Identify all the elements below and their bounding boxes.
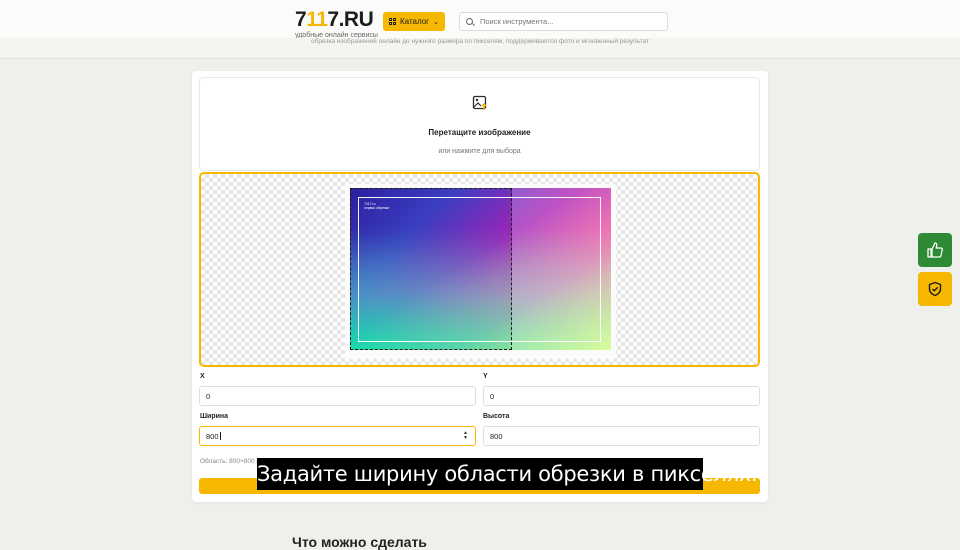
preview-image: 7117.ru сервис обрезки: [350, 188, 611, 350]
catalog-button[interactable]: Каталог ⌄: [383, 12, 445, 31]
image-upload-icon: [472, 95, 487, 110]
search-icon: [466, 18, 473, 25]
crop-preview: 7117.ru сервис обрезки: [199, 172, 760, 367]
y-label: Y: [483, 373, 488, 380]
crop-outside-overlay: [512, 188, 611, 350]
x-label: X: [200, 373, 205, 380]
height-input[interactable]: 800: [483, 426, 760, 446]
area-info: Область: 800×800 px: [200, 458, 264, 465]
y-input[interactable]: 0: [483, 386, 760, 406]
site-logo[interactable]: 7117.RU удобные онлайн сервисы: [295, 8, 378, 41]
logo-text: 7117.RU: [295, 8, 374, 31]
grid-icon: [389, 18, 397, 25]
like-button[interactable]: [918, 233, 952, 267]
upload-dropzone[interactable]: Перетащите изображение или нажмите для в…: [199, 77, 760, 171]
catalog-label: Каталог: [400, 17, 430, 26]
page-description: обрезка изображений онлайн до нужного ра…: [0, 38, 960, 48]
chevron-down-icon: ⌄: [433, 18, 439, 26]
width-label: Ширина: [200, 413, 229, 420]
crop-tool-card: Перетащите изображение или нажмите для в…: [192, 71, 768, 502]
subheader-bar: [0, 48, 960, 59]
upload-hint: или нажмите для выбора: [438, 148, 521, 155]
x-input[interactable]: 0: [199, 386, 476, 406]
text-caret: [219, 432, 221, 440]
width-input[interactable]: 800 ▲ ▼: [199, 426, 476, 446]
shield-check-icon: [928, 281, 942, 297]
search-box[interactable]: [459, 12, 668, 31]
thumbs-up-icon: [927, 242, 943, 258]
search-input[interactable]: [478, 16, 662, 27]
height-label: Высота: [483, 413, 510, 420]
number-stepper[interactable]: ▲ ▼: [463, 431, 468, 441]
crop-selection-box[interactable]: [350, 188, 512, 350]
image-frame: 7117.ru сервис обрезки: [345, 184, 616, 359]
section-heading: Что можно сделать: [292, 534, 427, 550]
upload-title: Перетащите изображение: [428, 128, 531, 137]
security-button[interactable]: [918, 272, 952, 306]
video-subtitle: Задайте ширину области обрезки в пикселя…: [257, 458, 758, 490]
